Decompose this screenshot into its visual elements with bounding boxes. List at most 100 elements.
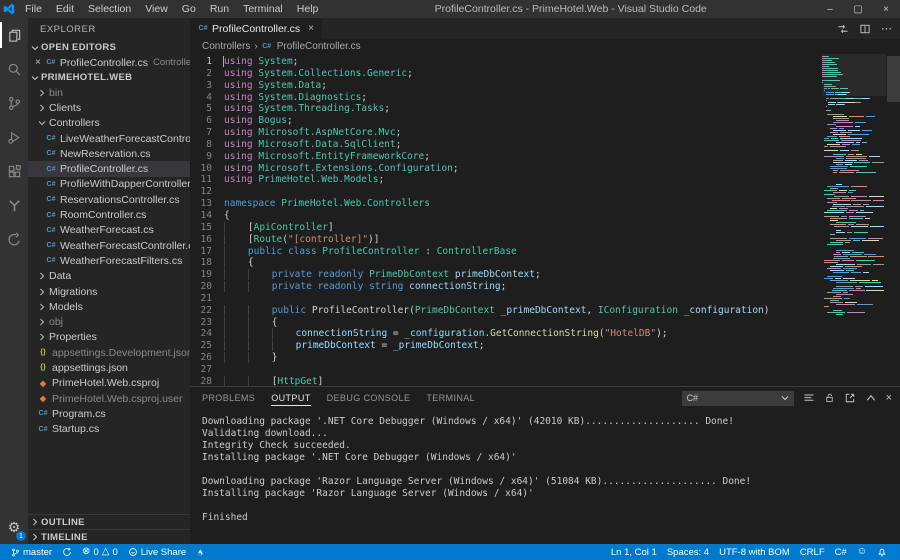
code-line-11[interactable]: 11using PrimeHotel.Web.Models; [190, 174, 820, 186]
tree-file-appsettings-json[interactable]: {}appsettings.json [28, 360, 190, 375]
tree-folder-models[interactable]: Models [28, 299, 190, 314]
code-line-3[interactable]: 3using System.Data; [190, 80, 820, 92]
open-changes-icon[interactable] [837, 23, 849, 35]
menu-view[interactable]: View [138, 0, 175, 18]
encoding-setting[interactable]: UTF-8 with BOM [714, 544, 795, 560]
output-log[interactable]: Downloading package '.NET Core Debugger … [190, 409, 900, 544]
panel-tab-problems[interactable]: PROBLEMS [202, 387, 255, 409]
tree-folder-clients[interactable]: Clients [28, 100, 190, 115]
clear-output-icon[interactable] [803, 392, 815, 404]
branch-indicator[interactable]: master [6, 544, 57, 560]
problems-indicator[interactable]: ⊗ 0 △ 0 [77, 544, 123, 560]
tree-folder-bin[interactable]: bin [28, 85, 190, 100]
code-line-7[interactable]: 7using Microsoft.AspNetCore.Mvc; [190, 127, 820, 139]
open-editors-header[interactable]: OPEN EDITORS [28, 40, 190, 55]
output-channel-select[interactable]: C# [682, 391, 794, 406]
tree-folder-properties[interactable]: Properties [28, 330, 190, 345]
maximize-button[interactable]: ▢ [844, 0, 872, 18]
flame-icon[interactable] [191, 544, 209, 560]
menu-help[interactable]: Help [290, 0, 326, 18]
code-line-24[interactable]: 24 connectionString = _configuration.Get… [190, 328, 820, 340]
sync-button[interactable] [57, 544, 77, 560]
menu-file[interactable]: File [18, 0, 49, 18]
panel-tab-output[interactable]: OUTPUT [271, 387, 310, 409]
code-line-17[interactable]: 17 public class ProfileController : Cont… [190, 246, 820, 258]
minimap[interactable] [822, 56, 886, 316]
tree-folder-migrations[interactable]: Migrations [28, 284, 190, 299]
editor-scrollbar[interactable] [887, 56, 900, 102]
menu-go[interactable]: Go [175, 0, 203, 18]
tree-file-profilewithdappercontroller-cs[interactable]: C#ProfileWithDapperController.cs [28, 177, 190, 192]
split-editor-icon[interactable] [859, 23, 871, 35]
source-control-icon[interactable] [0, 86, 28, 120]
tree-file-startup-cs[interactable]: C#Startup.cs [28, 422, 190, 437]
run-debug-icon[interactable] [0, 120, 28, 154]
notifications-bell-icon[interactable] [872, 544, 892, 560]
live-share-icon[interactable] [0, 222, 28, 256]
lock-scroll-icon[interactable] [824, 392, 835, 404]
explorer-icon[interactable] [0, 18, 28, 52]
tab-profilecontroller[interactable]: C# ProfileController.cs × [190, 18, 322, 39]
tree-file-reservationscontroller-cs[interactable]: C#ReservationsController.cs [28, 192, 190, 207]
code-editor[interactable]: 1using System;2using System.Collections.… [190, 54, 900, 386]
close-tab-icon[interactable]: × [308, 23, 314, 34]
tree-file-weatherforecast-cs[interactable]: C#WeatherForecast.cs [28, 223, 190, 238]
live-share-button[interactable]: Live Share [123, 544, 191, 560]
code-line-12[interactable]: 12 [190, 186, 820, 198]
tree-file-weatherforecastfilters-cs[interactable]: C#WeatherForecastFilters.cs [28, 253, 190, 268]
tree-file-weatherforecastcontroller-cs[interactable]: C#WeatherForecastController.cs [28, 238, 190, 253]
code-line-10[interactable]: 10using Microsoft.Extensions.Configurati… [190, 163, 820, 175]
extensions-icon[interactable] [0, 154, 28, 188]
menu-edit[interactable]: Edit [49, 0, 81, 18]
code-line-4[interactable]: 4using System.Diagnostics; [190, 92, 820, 104]
tree-file-program-cs[interactable]: C#Program.cs [28, 406, 190, 421]
tree-file-primehotel-web-csproj[interactable]: ◆PrimeHotel.Web.csproj [28, 376, 190, 391]
code-line-13[interactable]: 13namespace PrimeHotel.Web.Controllers [190, 198, 820, 210]
code-line-23[interactable]: 23 { [190, 317, 820, 329]
code-line-8[interactable]: 8using Microsoft.Data.SqlClient; [190, 139, 820, 151]
panel-tab-debug-console[interactable]: DEBUG CONSOLE [327, 387, 411, 409]
code-line-15[interactable]: 15 [ApiController] [190, 222, 820, 234]
tree-file-roomcontroller-cs[interactable]: C#RoomController.cs [28, 207, 190, 222]
code-line-9[interactable]: 9using Microsoft.EntityFrameworkCore; [190, 151, 820, 163]
code-line-6[interactable]: 6using Bogus; [190, 115, 820, 127]
tree-file-appsettings-development-json[interactable]: {}appsettings.Development.json [28, 345, 190, 360]
manage-gear-icon[interactable]: ⚙1 [0, 510, 28, 544]
code-line-18[interactable]: 18 { [190, 257, 820, 269]
panel-tab-terminal[interactable]: TERMINAL [426, 387, 475, 409]
code-line-20[interactable]: 20 private readonly string connectionStr… [190, 281, 820, 293]
timeline-section-header[interactable]: TIMELINE [28, 529, 190, 544]
indentation-setting[interactable]: Spaces: 4 [662, 544, 714, 560]
tree-folder-data[interactable]: Data [28, 269, 190, 284]
workspace-root-header[interactable]: PRIMEHOTEL.WEB [28, 70, 190, 85]
menu-terminal[interactable]: Terminal [236, 0, 290, 18]
tree-file-profilecontroller-cs[interactable]: C#ProfileController.cs [28, 161, 190, 176]
more-actions-icon[interactable]: ⋯ [881, 22, 892, 35]
code-line-5[interactable]: 5using System.Threading.Tasks; [190, 103, 820, 115]
menu-run[interactable]: Run [203, 0, 236, 18]
code-line-2[interactable]: 2using System.Collections.Generic; [190, 68, 820, 80]
tree-file-primehotel-web-csproj-user[interactable]: ◆PrimeHotel.Web.csproj.user [28, 391, 190, 406]
code-line-14[interactable]: 14{ [190, 210, 820, 222]
code-line-16[interactable]: 16 [Route("[controller]")] [190, 234, 820, 246]
feedback-smiley-icon[interactable]: ☺ [852, 544, 872, 560]
code-line-27[interactable]: 27 [190, 364, 820, 376]
menu-selection[interactable]: Selection [81, 0, 138, 18]
breadcrumb[interactable]: Controllers › C# ProfileController.cs [190, 39, 900, 54]
language-mode[interactable]: C# [830, 544, 852, 560]
code-line-21[interactable]: 21 [190, 293, 820, 305]
minimize-button[interactable]: – [816, 0, 844, 18]
close-editor-icon[interactable]: × [35, 57, 41, 68]
cursor-position[interactable]: Ln 1, Col 1 [606, 544, 662, 560]
search-icon[interactable] [0, 52, 28, 86]
open-editor-item[interactable]: × C# ProfileController.cs Controllers [28, 55, 190, 70]
eol-setting[interactable]: CRLF [795, 544, 830, 560]
code-line-19[interactable]: 19 private readonly PrimeDbContext prime… [190, 269, 820, 281]
outline-section-header[interactable]: OUTLINE [28, 514, 190, 529]
tree-folder-controllers[interactable]: Controllers [28, 116, 190, 131]
open-output-in-editor-icon[interactable] [844, 392, 856, 404]
maximize-panel-icon[interactable] [865, 392, 877, 404]
close-panel-icon[interactable]: × [886, 392, 892, 404]
code-line-25[interactable]: 25 primeDbContext = _primeDbContext; [190, 340, 820, 352]
code-line-28[interactable]: 28 [HttpGet] [190, 376, 820, 386]
